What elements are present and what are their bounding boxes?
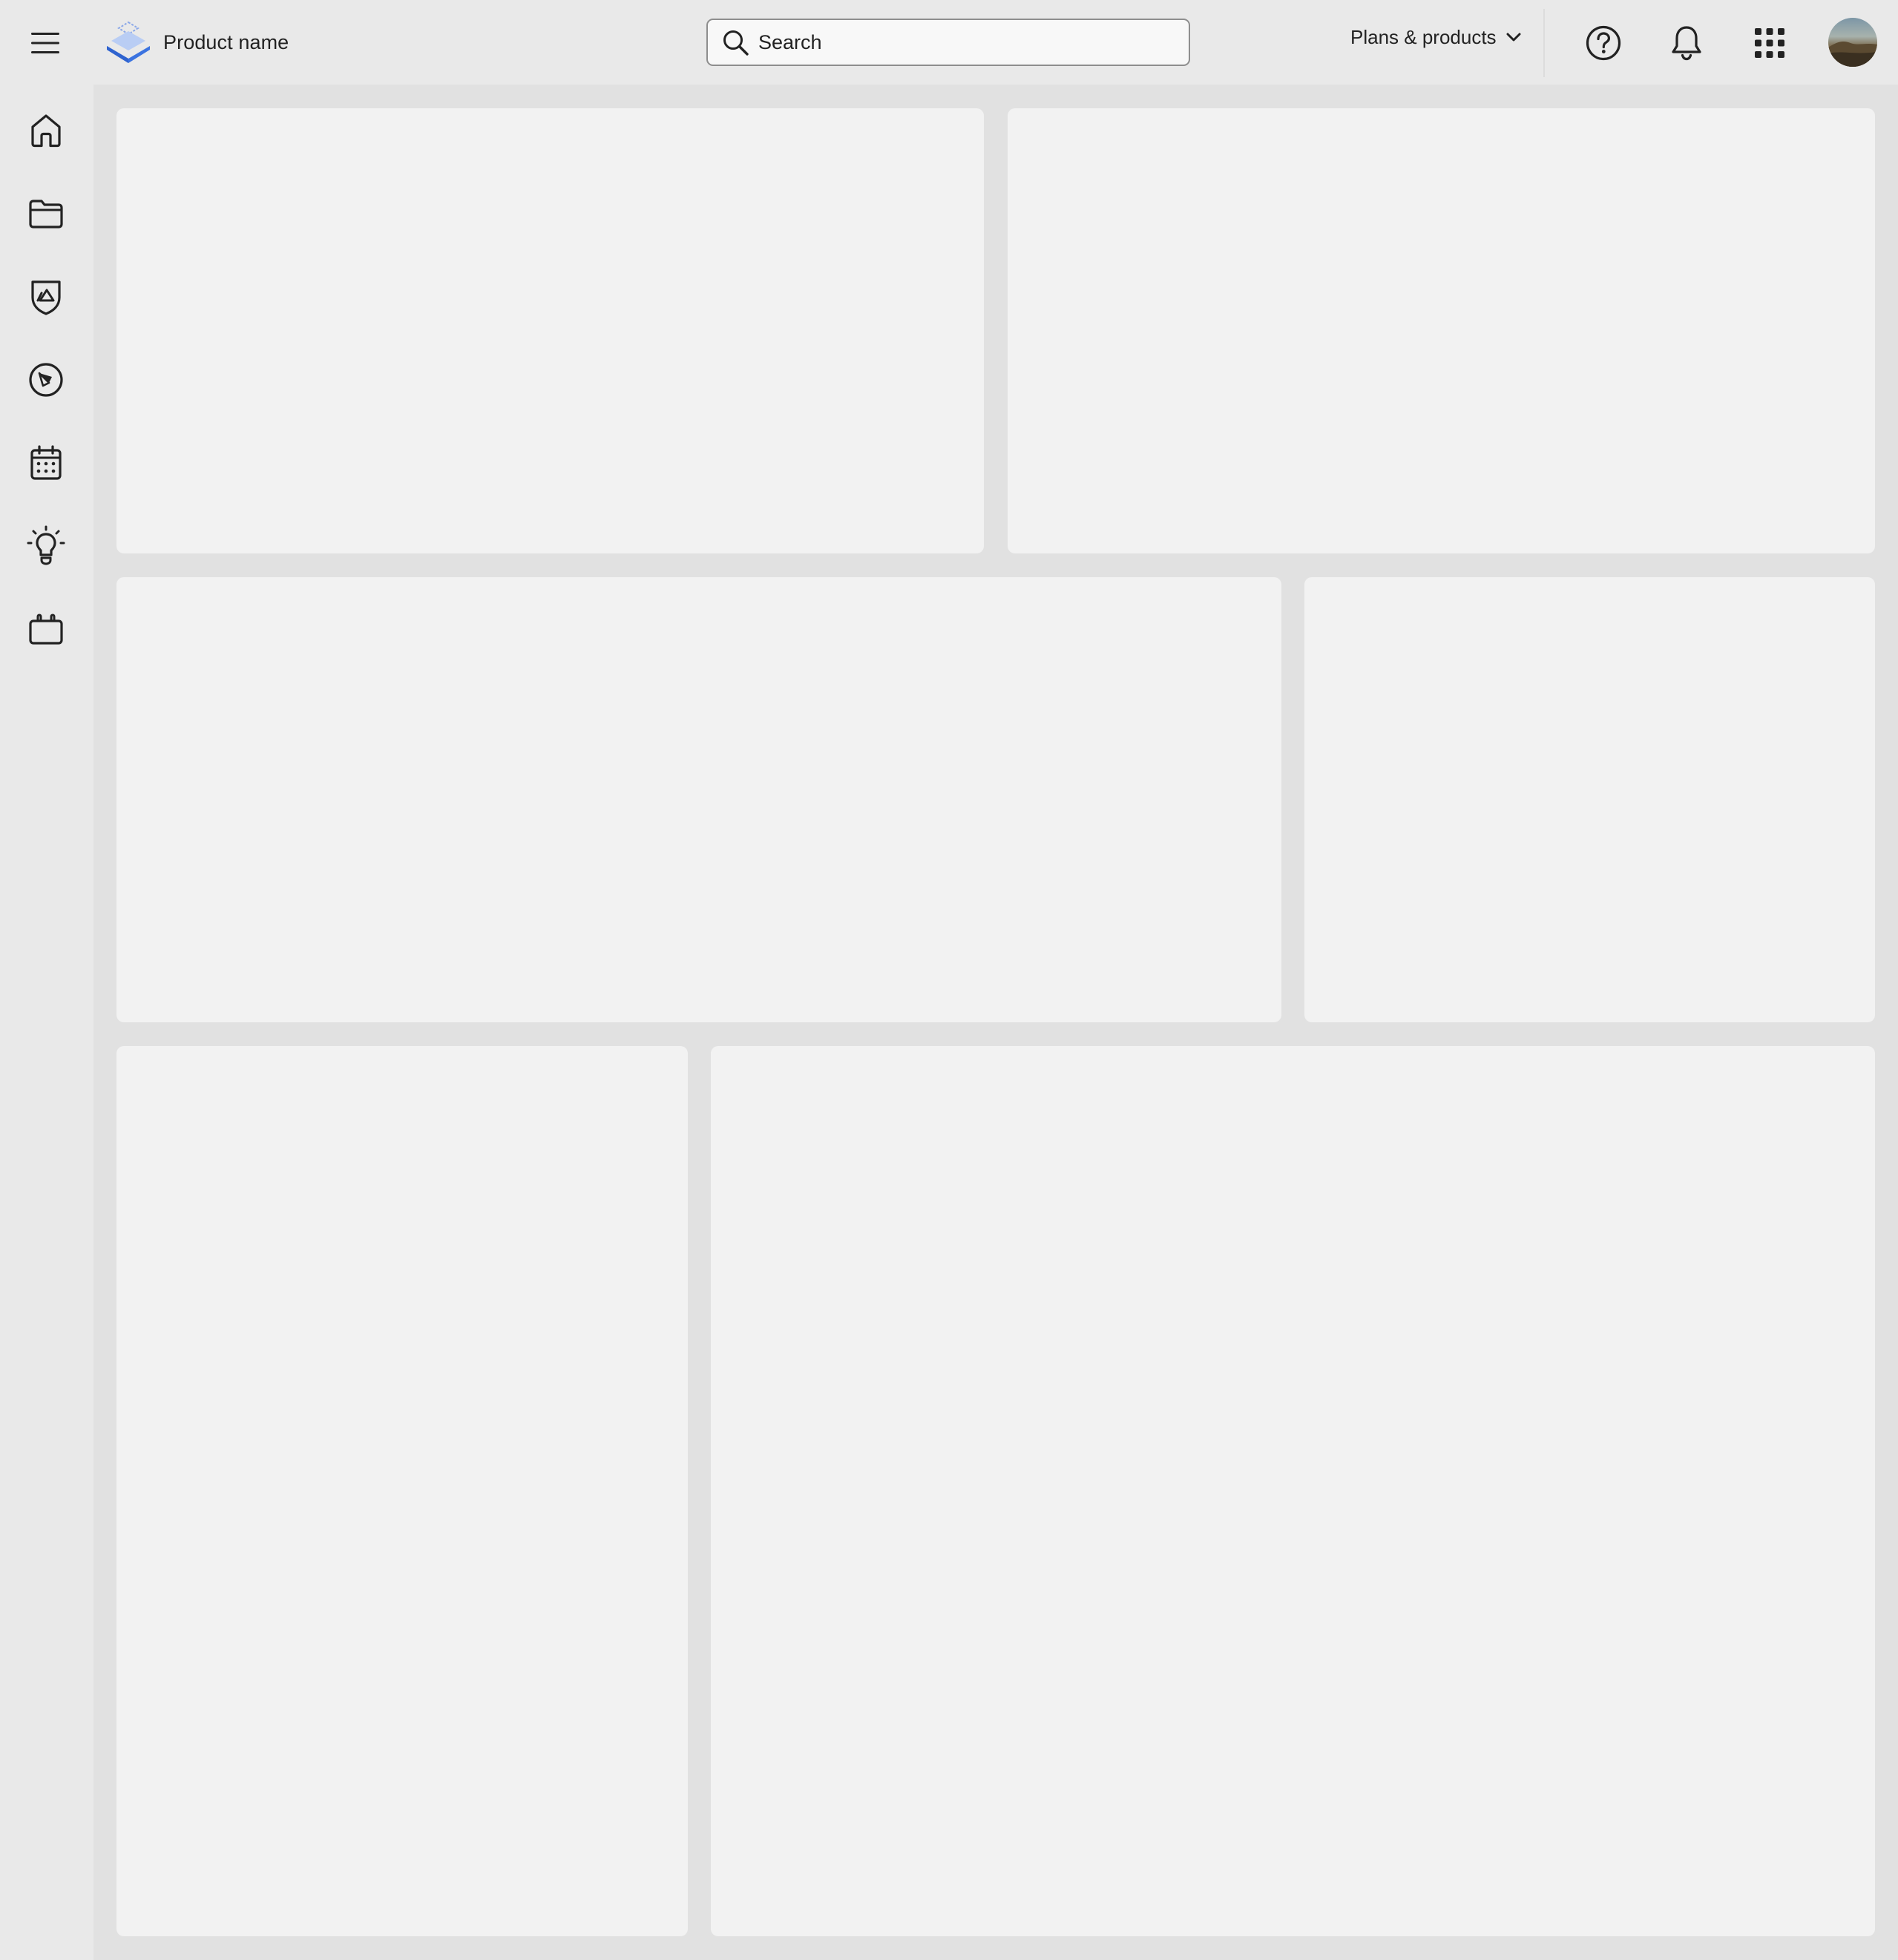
content-card-4 — [1304, 577, 1875, 1022]
main-content — [93, 85, 1898, 1960]
sidebar-item-brand[interactable] — [19, 270, 73, 323]
chevron-down-icon — [1505, 29, 1522, 45]
product-name: Product name — [163, 30, 289, 53]
sidebar-item-calendar[interactable] — [19, 436, 73, 490]
plans-products-label: Plans & products — [1350, 25, 1497, 48]
apps-button[interactable] — [1745, 19, 1794, 68]
search-icon — [721, 28, 749, 56]
app-grid-icon — [1753, 27, 1786, 59]
content-card-5 — [116, 1046, 688, 1936]
layered-stack-logo-icon — [104, 19, 153, 65]
header-divider — [1543, 9, 1545, 77]
top-header: Product name Plans & products — [0, 0, 1898, 85]
search-input[interactable] — [758, 30, 1159, 54]
plans-products-dropdown[interactable]: Plans & products — [1350, 19, 1522, 55]
sidebar-item-files[interactable] — [19, 187, 73, 240]
sidebar-item-home[interactable] — [19, 104, 73, 157]
lightbulb-icon — [27, 525, 65, 567]
hamburger-menu-icon[interactable] — [21, 21, 70, 65]
left-nav — [0, 85, 93, 1960]
calendar-icon — [29, 444, 63, 481]
compass-icon — [27, 361, 65, 398]
help-circle-icon — [1585, 24, 1622, 62]
content-card-6 — [711, 1046, 1875, 1936]
bell-icon — [1669, 24, 1704, 62]
notifications-button[interactable] — [1662, 19, 1711, 68]
sidebar-item-portfolio[interactable] — [19, 602, 73, 656]
user-avatar[interactable] — [1828, 18, 1877, 67]
home-icon — [29, 113, 63, 148]
help-button[interactable] — [1579, 19, 1628, 68]
search-field[interactable] — [706, 19, 1190, 66]
shield-image-icon — [29, 277, 63, 316]
product-brand[interactable]: Product name — [104, 19, 289, 65]
sidebar-item-learn[interactable] — [19, 519, 73, 573]
content-card-2 — [1008, 108, 1875, 553]
sidebar-item-discover[interactable] — [19, 353, 73, 407]
content-card-3 — [116, 577, 1281, 1022]
briefcase-icon — [28, 613, 64, 645]
folder-icon — [28, 198, 64, 229]
content-card-1 — [116, 108, 984, 553]
app-shell: Product name Plans & products — [0, 0, 1898, 1960]
